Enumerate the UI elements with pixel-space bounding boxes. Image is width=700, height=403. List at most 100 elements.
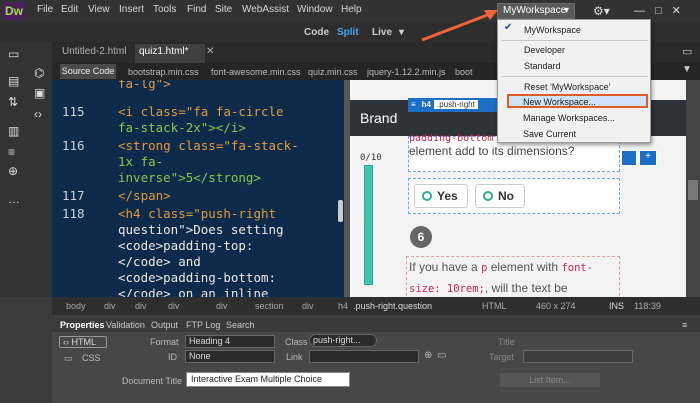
chevron-down-icon[interactable]: ▾: [399, 27, 404, 38]
document-title-input[interactable]: Interactive Exam Multiple Choice: [186, 372, 350, 387]
menu-item-new-workspace[interactable]: New Workspace...: [523, 97, 596, 107]
code-view-button[interactable]: Code: [304, 27, 329, 38]
add-icon[interactable]: +: [639, 150, 657, 166]
class-select[interactable]: push-right...: [309, 334, 377, 347]
menu-view[interactable]: View: [88, 4, 110, 15]
css-mode-button[interactable]: CSS: [82, 353, 101, 363]
menu-find[interactable]: Find: [187, 4, 206, 15]
code-text: </span>: [118, 188, 171, 203]
window-controls[interactable]: —□✕: [634, 4, 691, 17]
copy-icon[interactable]: [621, 150, 637, 166]
breadcrumb-div[interactable]: div: [135, 301, 147, 311]
sort-icon[interactable]: ⇅: [8, 95, 18, 109]
breadcrumb-div[interactable]: div: [104, 301, 116, 311]
related-file-bootstrap[interactable]: bootstrap.min.css: [128, 67, 199, 77]
breadcrumb-div[interactable]: div: [168, 301, 180, 311]
html-label: HTML: [71, 337, 97, 347]
related-file-font-awesome[interactable]: font-awesome.min.css: [211, 67, 301, 77]
live-view-button[interactable]: Live: [372, 27, 392, 38]
close-icon[interactable]: ✕: [206, 46, 214, 57]
menu-window[interactable]: Window: [297, 4, 333, 15]
code-text: question">Does setting: [118, 222, 284, 237]
hud-tag: h4: [421, 100, 432, 109]
tab-quiz1[interactable]: quiz1.html*: [135, 44, 205, 63]
menu-edit[interactable]: Edit: [61, 4, 78, 15]
text-segment: element with: [490, 260, 559, 274]
id-select[interactable]: None: [185, 350, 275, 363]
question-text[interactable]: If you have a p element with font- size:…: [406, 256, 620, 297]
breadcrumb-current[interactable]: .push-right.question: [353, 301, 432, 311]
format-label: Format: [150, 337, 179, 347]
format-select[interactable]: Heading 4: [185, 335, 275, 348]
point-to-file-icon[interactable]: ⊕: [424, 350, 432, 361]
breadcrumb-div[interactable]: div: [302, 301, 314, 311]
document-icon[interactable]: ▥: [8, 124, 19, 138]
tab-output[interactable]: Output: [151, 320, 178, 330]
workspace-switcher[interactable]: MyWorkspace ▾: [497, 3, 575, 19]
document-type-select[interactable]: HTML: [482, 301, 507, 311]
line-number: 117: [62, 188, 85, 203]
menu-site[interactable]: Site: [215, 4, 232, 15]
hud-class[interactable]: .push-right: [434, 100, 478, 109]
menu-insert[interactable]: Insert: [119, 4, 144, 15]
target-select[interactable]: [523, 350, 633, 363]
menu-help[interactable]: Help: [341, 4, 362, 15]
menu-icon[interactable]: ≡: [408, 100, 419, 109]
element-hud[interactable]: ≡ h4 .push-right: [408, 98, 505, 112]
code-tag-icon[interactable]: ‹›: [34, 107, 42, 121]
menu-tools[interactable]: Tools: [153, 4, 176, 15]
dreamweaver-logo: Dw: [3, 2, 25, 20]
code-text: <code>padding-bottom:: [118, 270, 277, 285]
link-input[interactable]: [309, 350, 419, 363]
chevron-down-icon: ▾: [563, 5, 569, 16]
menu-webassist[interactable]: WebAssist: [242, 4, 289, 15]
answer-no-button[interactable]: No: [475, 184, 525, 208]
more-icon[interactable]: …: [8, 192, 20, 206]
question-text: element add to its dimensions?: [409, 144, 575, 158]
code-scrollbar[interactable]: [338, 200, 343, 222]
filter-icon[interactable]: ▼: [682, 64, 692, 75]
breadcrumb-h4[interactable]: h4: [338, 301, 348, 311]
browse-folder-icon[interactable]: ▭: [437, 350, 446, 361]
dom-icon[interactable]: ⌬: [34, 66, 44, 80]
code-editor[interactable]: fa-lg"> 115 <i class="fa fa-circle fa-st…: [52, 80, 344, 297]
window-control-icon[interactable]: ▭: [682, 45, 692, 58]
html-mode-button[interactable]: ‹› HTML: [59, 336, 107, 348]
related-file-boot[interactable]: boot: [455, 67, 473, 77]
target-icon[interactable]: ⊕: [8, 164, 18, 178]
related-file-jquery[interactable]: jquery-1.12.2.min.js: [367, 67, 446, 77]
scrollbar-thumb[interactable]: [688, 180, 698, 200]
tab-ftp-log[interactable]: FTP Log: [186, 320, 220, 330]
answer-label: Yes: [437, 189, 458, 203]
tab-untitled-2[interactable]: Untitled-2.html: [62, 46, 126, 57]
workspace-label: MyWorkspace: [503, 5, 567, 16]
window-size-select[interactable]: 460 x 274: [536, 301, 576, 311]
tab-validation[interactable]: Validation: [106, 320, 145, 330]
panel-tabs: [52, 317, 700, 332]
list-item-button[interactable]: List Item...: [500, 373, 600, 387]
breadcrumb-section[interactable]: section: [255, 301, 284, 311]
brand-text[interactable]: Brand: [360, 110, 397, 126]
split-view-button[interactable]: Split: [337, 27, 359, 38]
source-code-button[interactable]: Source Code: [60, 64, 116, 79]
files-icon[interactable]: ▭: [8, 47, 19, 61]
menu-icon[interactable]: ≡: [682, 320, 687, 330]
title-label: Title: [498, 337, 515, 347]
format-icon[interactable]: ≡: [8, 145, 15, 159]
radio-icon: [422, 191, 432, 201]
class-label: Class: [285, 337, 308, 347]
snippets-icon[interactable]: ▣: [34, 86, 45, 100]
menu-item-manage-workspaces[interactable]: Manage Workspaces...: [523, 113, 615, 123]
open-documents-icon[interactable]: ▤: [8, 74, 19, 88]
answer-yes-button[interactable]: Yes: [414, 184, 468, 208]
tab-search[interactable]: Search: [226, 320, 255, 330]
breadcrumb-body[interactable]: body: [66, 301, 86, 311]
related-file-quiz[interactable]: quiz.min.css: [308, 67, 358, 77]
tab-properties[interactable]: Properties: [60, 320, 105, 330]
breadcrumb-div[interactable]: div: [216, 301, 228, 311]
menu-item-save-current[interactable]: Save Current: [523, 129, 576, 139]
gear-icon[interactable]: ⚙▾: [593, 4, 610, 18]
workspace-menu-lower: New Workspace... Manage Workspaces... Sa…: [497, 19, 651, 143]
menu-file[interactable]: File: [37, 4, 53, 15]
css-mode-icon[interactable]: ▭: [64, 353, 73, 364]
